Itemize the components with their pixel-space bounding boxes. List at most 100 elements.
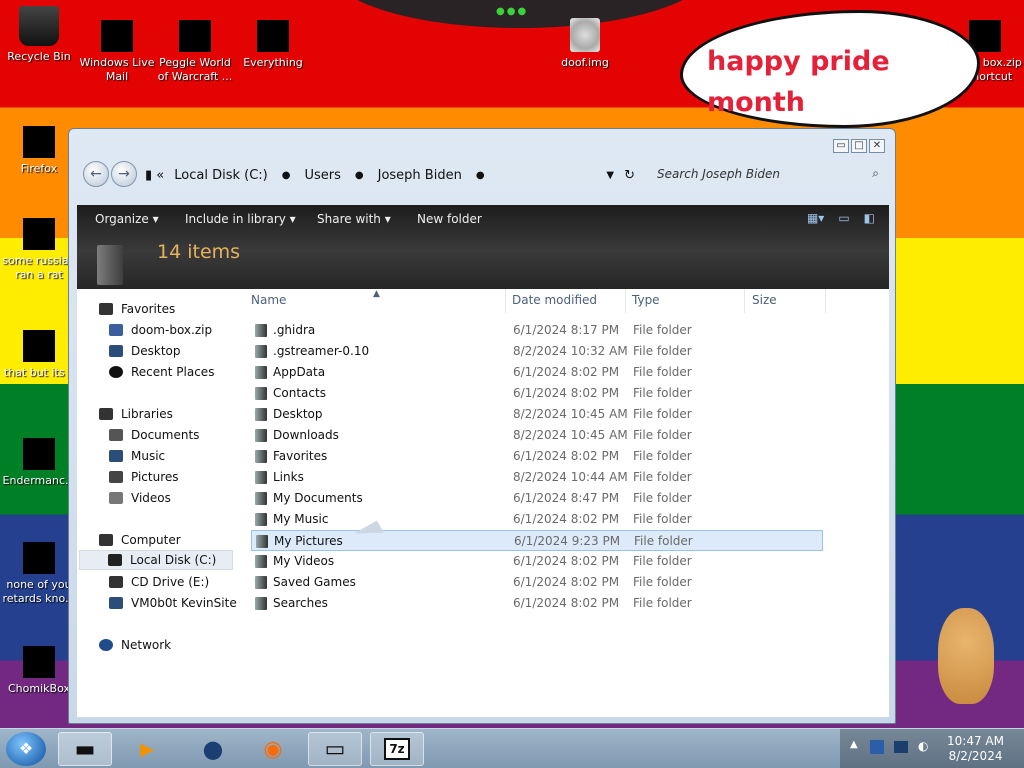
desktop-icon-that-but-its[interactable]: that but its c	[0, 330, 78, 380]
share-with-button[interactable]: Share with ▾	[317, 212, 391, 226]
network-status-icon[interactable]	[894, 741, 908, 753]
nav-favorite-item[interactable]: Desktop	[109, 341, 181, 361]
nav-computer-item[interactable]: CD Drive (E:)	[109, 572, 209, 592]
file-type: File folder	[633, 554, 692, 568]
desktop-icon-windows-live-mail[interactable]: Windows Live Mail	[78, 20, 156, 84]
table-row[interactable]: Favorites 6/1/2024 8:02 PM File folder	[251, 446, 823, 467]
view-options-icon[interactable]: ▦▾	[807, 211, 824, 225]
table-row[interactable]: My Music 6/1/2024 8:02 PM File folder	[251, 509, 823, 530]
explorer-task-button[interactable]: ▬	[58, 732, 112, 766]
desktop-icon-recycle-bin[interactable]: Recycle Bin	[0, 6, 78, 64]
column-name[interactable]: Name	[251, 293, 286, 307]
table-row[interactable]: AppData 6/1/2024 8:02 PM File folder	[251, 362, 823, 383]
nav-library-item[interactable]: Documents	[109, 425, 199, 445]
table-row[interactable]: Links 8/2/2024 10:44 AM File folder	[251, 467, 823, 488]
nav-computer[interactable]: Computer	[99, 530, 181, 550]
nav-computer-item-selected[interactable]: Local Disk (C:)	[79, 550, 233, 570]
column-size[interactable]: Size	[752, 293, 777, 307]
help-icon[interactable]: ◧	[864, 211, 875, 225]
table-row[interactable]: Desktop 8/2/2024 10:45 AM File folder	[251, 404, 823, 425]
column-divider[interactable]	[505, 289, 506, 313]
nav-library-item[interactable]: Pictures	[109, 467, 179, 487]
breadcrumb-item[interactable]: Local Disk (C:)	[174, 168, 267, 183]
nav-network[interactable]: Network	[99, 635, 171, 655]
file-name: Searches	[273, 596, 328, 610]
firefox-task-button[interactable]: ◉	[246, 732, 300, 766]
desktop-icon-firefox[interactable]: Firefox	[0, 126, 78, 176]
nav-computer-item[interactable]: VM0b0t KevinSite	[109, 593, 237, 613]
nav-favorites[interactable]: Favorites	[99, 299, 175, 319]
back-button[interactable]: ←	[83, 161, 109, 187]
nav-library-item[interactable]: Videos	[109, 488, 171, 508]
column-type[interactable]: Type	[632, 293, 660, 307]
nav-favorite-item[interactable]: doom-box.zip	[109, 320, 212, 340]
breadcrumb-separator-icon[interactable]: ●	[355, 170, 364, 181]
preview-pane-icon[interactable]: ▭	[838, 211, 849, 225]
table-row[interactable]: .ghidra 6/1/2024 8:17 PM File folder	[251, 320, 823, 341]
nav-favorite-item[interactable]: Recent Places	[109, 362, 214, 382]
table-row[interactable]: Searches 6/1/2024 8:02 PM File folder	[251, 593, 823, 614]
minimize-button[interactable]: ▭	[833, 139, 849, 153]
breadcrumb-item[interactable]: Joseph Biden	[378, 168, 462, 183]
internet-explorer-icon	[23, 218, 55, 250]
folder-icon	[255, 513, 267, 526]
monitor-task-button[interactable]: ▭	[308, 732, 362, 766]
desktop-icon-none-of-you[interactable]: none of you retards kno...	[0, 542, 78, 606]
file-date: 6/1/2024 8:17 PM	[513, 323, 620, 337]
media-player-task-button[interactable]: ▶	[120, 732, 174, 766]
maximize-button[interactable]: □	[851, 139, 867, 153]
refresh-icon[interactable]: ↻	[624, 168, 635, 183]
file-list: Name ▲ Date modified Type Size .ghidra 6/…	[249, 289, 889, 717]
nav-library-item[interactable]: Music	[109, 446, 165, 466]
breadcrumb-item[interactable]: Users	[304, 168, 340, 183]
file-type: File folder	[633, 596, 692, 610]
nav-label: Libraries	[121, 407, 173, 421]
desktop-icon-label: Endermanc...	[2, 474, 76, 487]
7zip-task-button[interactable]: 7z	[370, 732, 424, 766]
file-type: File folder	[634, 534, 693, 548]
table-row[interactable]: My Pictures 6/1/2024 9:23 PM File folder	[251, 530, 823, 551]
table-row[interactable]: My Documents 6/1/2024 8:47 PM File folder	[251, 488, 823, 509]
new-folder-button[interactable]: New folder	[417, 212, 482, 226]
dropdown-arrow-icon[interactable]: ▼	[606, 170, 614, 181]
desktop-icon-everything[interactable]: Everything	[234, 20, 312, 70]
column-divider[interactable]	[744, 289, 745, 313]
table-row[interactable]: Contacts 6/1/2024 8:02 PM File folder	[251, 383, 823, 404]
navigation-pane: Favorites doom-box.zip Desktop Recent Pl…	[77, 289, 249, 717]
desktop-icon-russian-rat[interactable]: some russian ran a rat	[0, 218, 78, 282]
organize-button[interactable]: Organize ▾	[95, 212, 159, 226]
file-date: 6/1/2024 8:02 PM	[513, 554, 620, 568]
table-row[interactable]: Saved Games 6/1/2024 8:02 PM File folder	[251, 572, 823, 593]
desktop-icon-chomikbox[interactable]: ChomikBox	[0, 646, 78, 696]
address-bar[interactable]: ▮ « Local Disk (C:) ● Users ● Joseph Bid…	[145, 163, 635, 187]
desktop-icon-peggle[interactable]: Peggle World of Warcraft ...	[156, 20, 234, 84]
desktop-icon-doof-img[interactable]: doof.img	[546, 18, 624, 70]
clock-time: 10:47 AM	[947, 734, 1004, 748]
file-type: File folder	[633, 428, 692, 442]
column-date[interactable]: Date modified	[512, 293, 597, 307]
show-hidden-icons-icon[interactable]: ▲	[850, 739, 858, 750]
file-type: File folder	[633, 491, 692, 505]
nav-libraries[interactable]: Libraries	[99, 404, 173, 424]
volume-icon[interactable]: ◐	[918, 739, 928, 753]
forward-button[interactable]: →	[111, 161, 137, 187]
globe-task-button[interactable]: ●	[186, 732, 240, 766]
desktop-icon-endermanc[interactable]: Endermanc...	[0, 438, 78, 488]
include-in-library-button[interactable]: Include in library ▾	[185, 212, 296, 226]
search-box[interactable]: Search Joseph Biden ⌕	[649, 163, 885, 187]
folder-icon	[255, 387, 267, 400]
breadcrumb-separator-icon[interactable]: ●	[476, 170, 485, 181]
start-button[interactable]: ❖	[6, 732, 46, 766]
table-row[interactable]: Downloads 8/2/2024 10:45 AM File folder	[251, 425, 823, 446]
file-name: My Documents	[273, 491, 363, 505]
column-divider[interactable]	[625, 289, 626, 313]
file-name: My Music	[273, 512, 329, 526]
desktop-icon	[109, 345, 123, 357]
column-divider[interactable]	[825, 289, 826, 313]
table-row[interactable]: My Videos 6/1/2024 8:02 PM File folder	[251, 551, 823, 572]
breadcrumb-separator-icon[interactable]: ●	[282, 170, 291, 181]
table-row[interactable]: .gstreamer-0.10 8/2/2024 10:32 AM File fol…	[251, 341, 823, 362]
tray-app-icon[interactable]	[870, 740, 884, 754]
clock[interactable]: 10:47 AM 8/2/2024	[947, 734, 1004, 764]
close-button[interactable]: ✕	[869, 139, 885, 153]
